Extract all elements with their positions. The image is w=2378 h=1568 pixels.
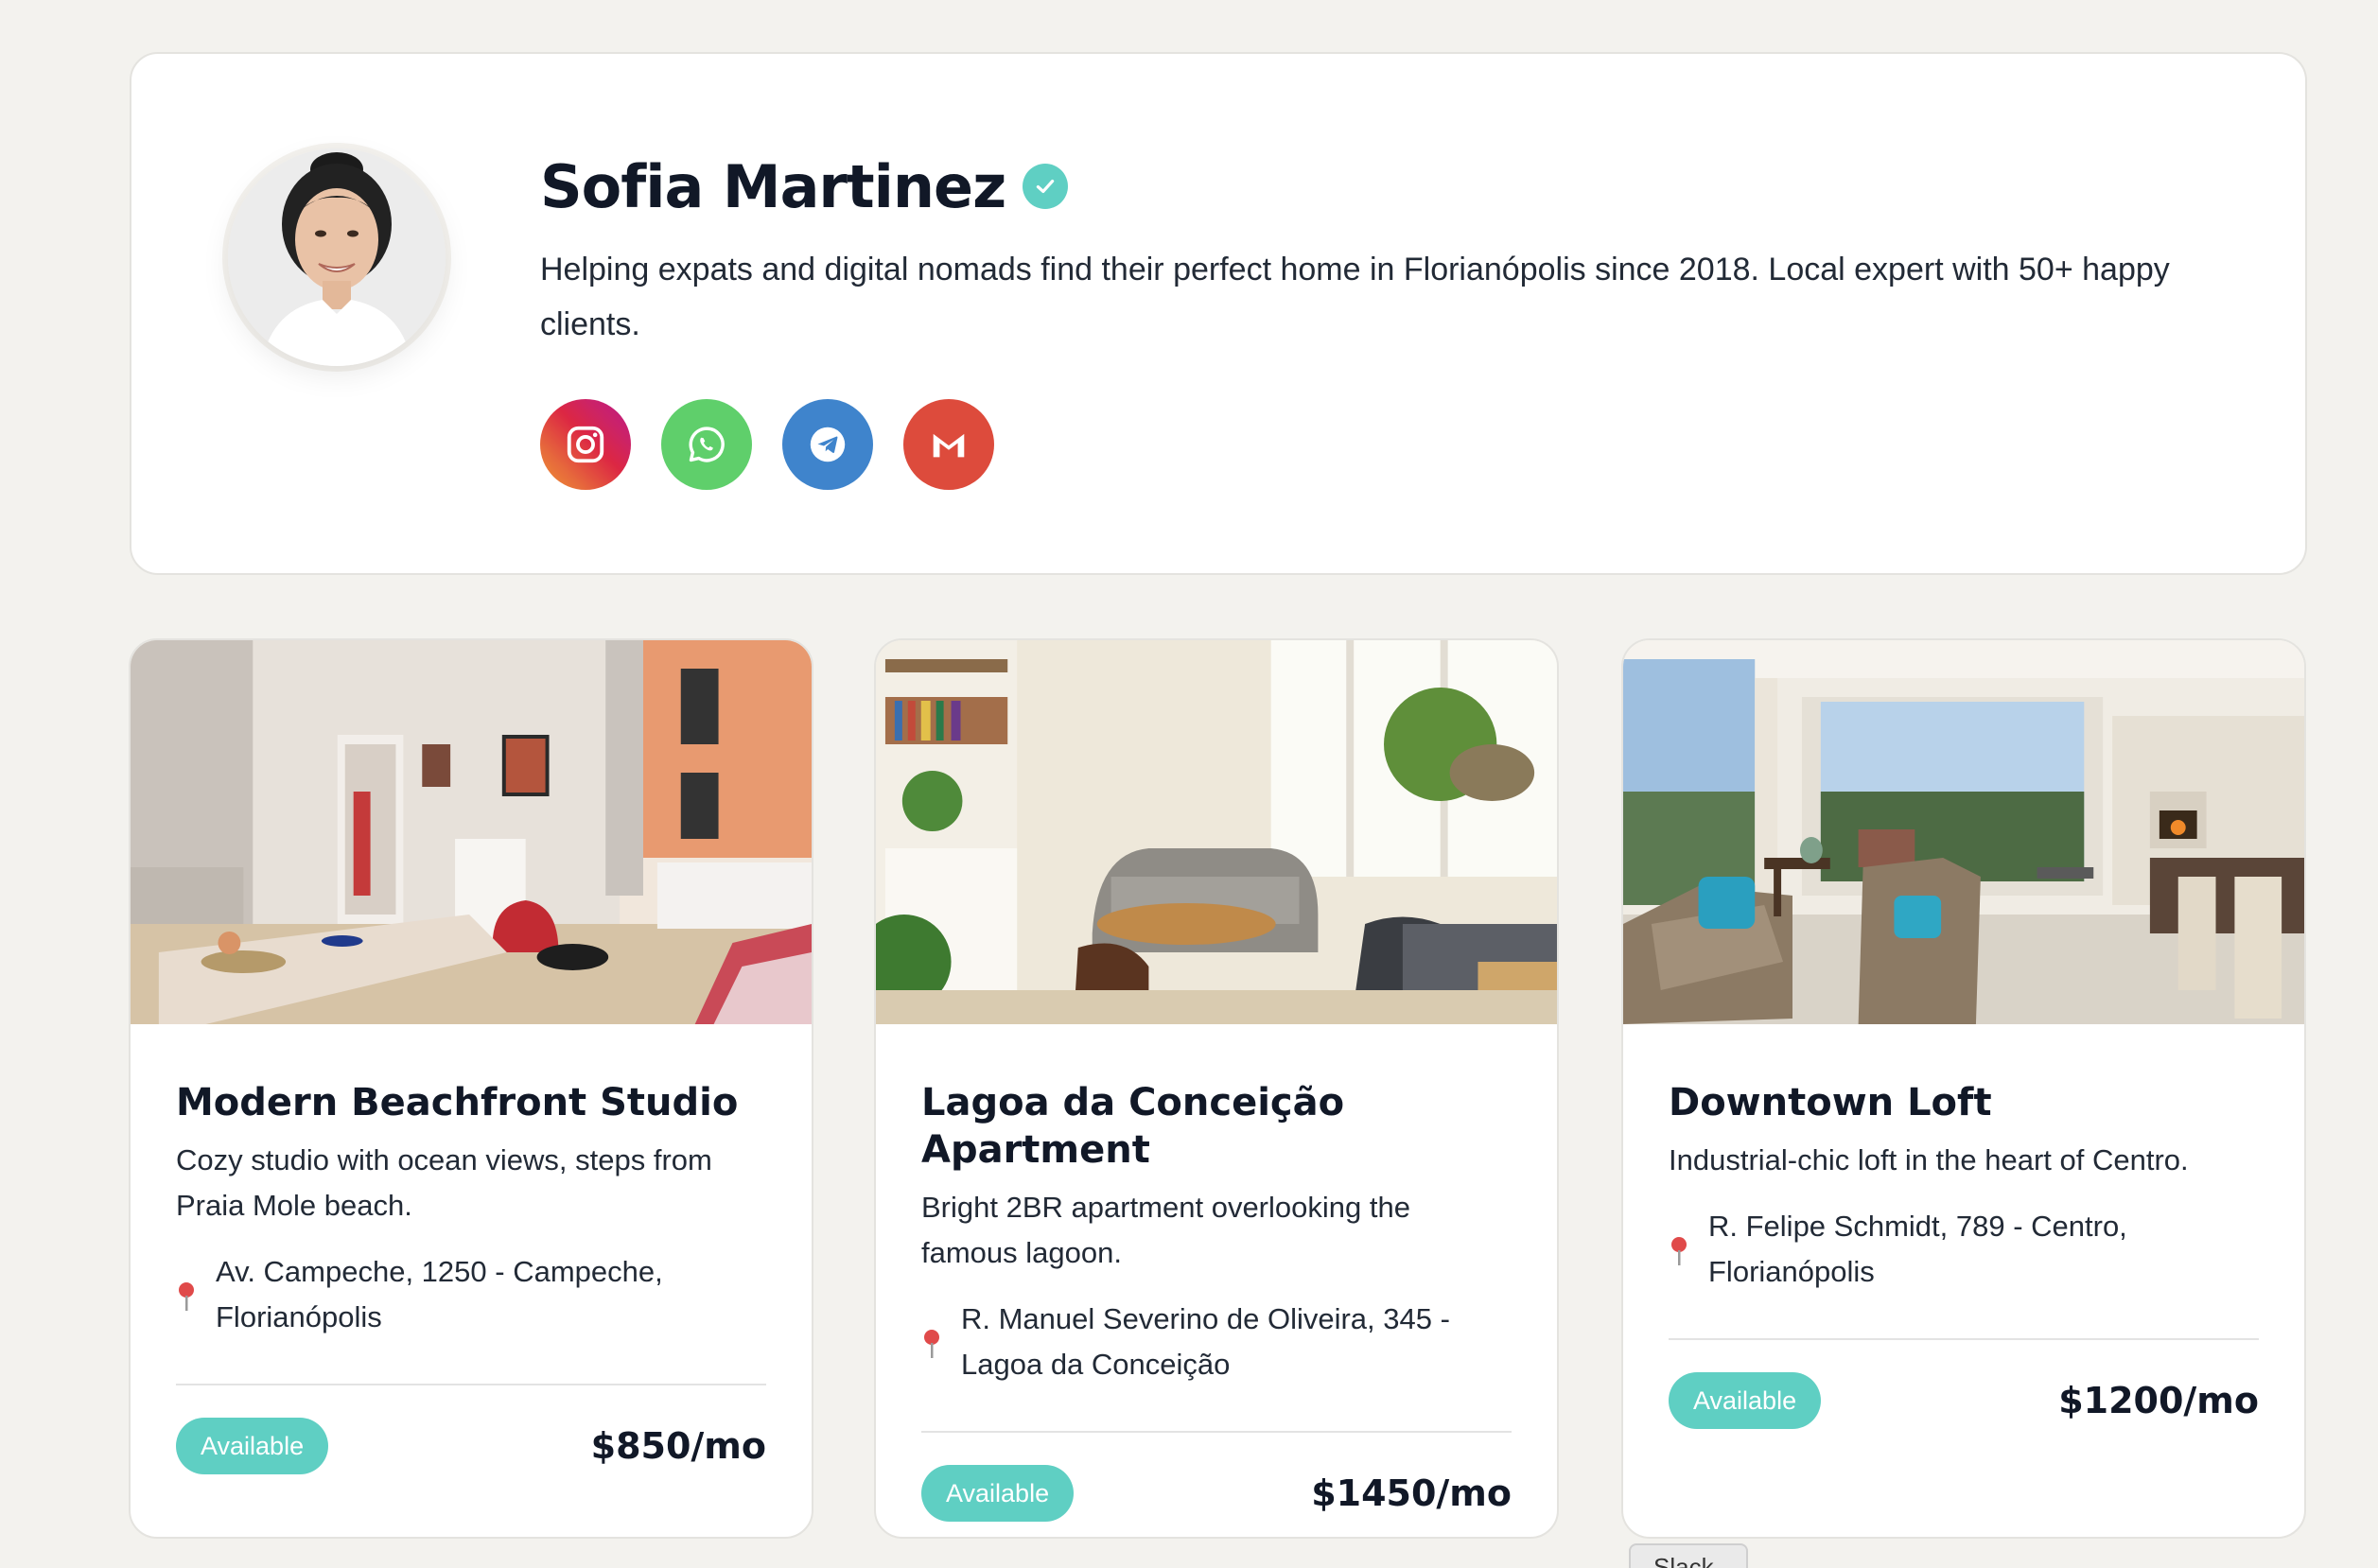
map-pin-icon <box>1671 1237 1687 1265</box>
listing-address-row: R. Manuel Severino de Oliveira, 345 - La… <box>921 1297 1512 1387</box>
listing-price: $1450/mo <box>1311 1472 1512 1514</box>
listing-body: Lagoa da Conceição Apartment Bright 2BR … <box>876 1024 1557 1522</box>
listing-title[interactable]: Downtown Loft <box>1669 1079 2259 1126</box>
avatar-photo <box>228 148 446 366</box>
agent-name: Sofia Martinez <box>540 151 1006 221</box>
listing-photo[interactable] <box>876 640 1557 1024</box>
gmail-icon <box>933 433 965 458</box>
status-badge: Available <box>1669 1372 1822 1429</box>
agent-bio: Helping expats and digital nomads find t… <box>540 252 2170 342</box>
agent-profile-card: Sofia Martinez Helping expats and digita… <box>130 52 2307 575</box>
gmail-button[interactable] <box>903 399 994 490</box>
instagram-button[interactable] <box>540 399 631 490</box>
slack-tooltip: Slack <box>1629 1543 1748 1568</box>
telegram-button[interactable] <box>782 399 873 490</box>
map-pin-icon <box>924 1330 939 1358</box>
listing-price: $1200/mo <box>2058 1380 2259 1421</box>
listing-photo[interactable] <box>1623 640 2304 1024</box>
status-badge: Available <box>921 1465 1075 1522</box>
listing-address: Av. Campeche, 1250 - Campeche, Florianóp… <box>216 1255 663 1333</box>
verified-badge-icon <box>1023 164 1069 209</box>
social-links <box>540 399 2262 490</box>
divider <box>176 1384 766 1385</box>
name-row: Sofia Martinez <box>540 144 2262 229</box>
listing-description: Bright 2BR apartment overlooking the fam… <box>921 1191 1410 1269</box>
listing-body: Modern Beachfront Studio Cozy studio wit… <box>131 1024 812 1474</box>
listing-card[interactable]: Modern Beachfront Studio Cozy studio wit… <box>129 638 813 1539</box>
listing-title[interactable]: Modern Beachfront Studio <box>176 1079 766 1126</box>
listing-card[interactable]: Lagoa da Conceição Apartment Bright 2BR … <box>874 638 1559 1539</box>
listing-price: $850/mo <box>590 1425 766 1467</box>
listing-description: Cozy studio with ocean views, steps from… <box>176 1143 712 1222</box>
whatsapp-icon <box>689 427 725 462</box>
whatsapp-button[interactable] <box>661 399 752 490</box>
status-badge: Available <box>176 1418 329 1474</box>
listing-photo[interactable] <box>131 640 812 1024</box>
listing-title[interactable]: Lagoa da Conceição Apartment <box>921 1079 1512 1174</box>
divider <box>921 1431 1512 1433</box>
page: Sofia Martinez Helping expats and digita… <box>0 0 2378 1568</box>
listing-address-row: Av. Campeche, 1250 - Campeche, Florianóp… <box>176 1249 766 1340</box>
profile-info: Sofia Martinez Helping expats and digita… <box>540 144 2262 490</box>
map-pin-icon <box>179 1282 194 1311</box>
listing-description: Industrial-chic loft in the heart of Cen… <box>1669 1143 2189 1176</box>
telegram-icon <box>810 427 846 462</box>
listing-card[interactable]: Downtown Loft Industrial-chic loft in th… <box>1621 638 2306 1539</box>
divider <box>1669 1338 2259 1340</box>
listing-address: R. Manuel Severino de Oliveira, 345 - La… <box>961 1302 1450 1381</box>
listing-body: Downtown Loft Industrial-chic loft in th… <box>1623 1024 2304 1429</box>
listing-footer: Available $1200/mo <box>1669 1372 2259 1429</box>
listing-address-row: R. Felipe Schmidt, 789 - Centro, Florian… <box>1669 1204 2259 1295</box>
listing-footer: Available $1450/mo <box>921 1465 1512 1522</box>
instagram-icon <box>567 426 604 463</box>
listing-footer: Available $850/mo <box>176 1418 766 1474</box>
avatar <box>228 148 446 366</box>
listing-address: R. Felipe Schmidt, 789 - Centro, Florian… <box>1708 1210 2127 1288</box>
